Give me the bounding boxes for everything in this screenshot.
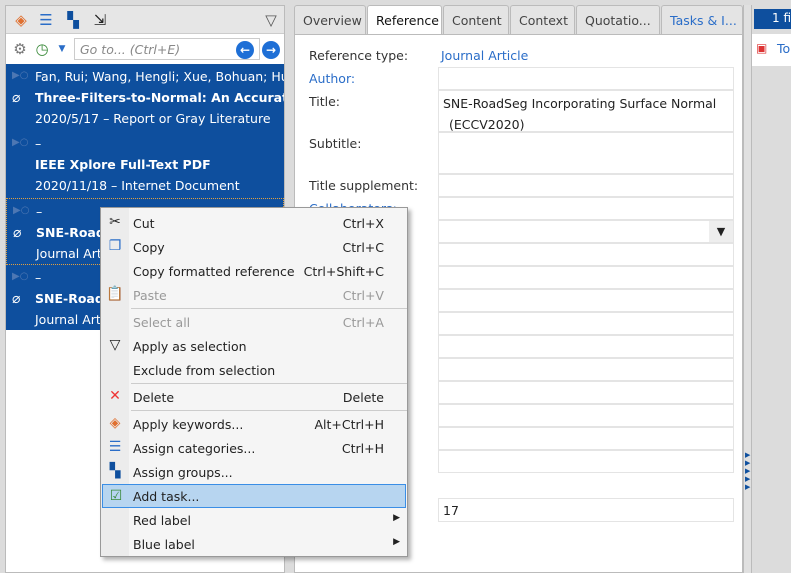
menu-item-apply-keywords[interactable]: ◈ Apply keywords... Alt+Ctrl+H — [102, 412, 406, 436]
menu-item-copy[interactable]: ❐ Copy Ctrl+C — [102, 235, 406, 259]
menu-item-select-all: Select all Ctrl+A — [133, 315, 384, 330]
expand-arrows-icon[interactable]: ▶ ▶ ▶ ▶ ▶ — [745, 451, 750, 491]
menu-item-copy-formatted[interactable]: Copy formatted reference Ctrl+Shift+C — [102, 259, 406, 283]
dropdown-field[interactable]: ▼ — [438, 220, 734, 243]
list-item[interactable]: ▶○ ⌀ Fan, Rui; Wang, Hengli; Xue, Bohuan… — [6, 64, 284, 131]
reference-type-label: Reference type: — [309, 48, 409, 63]
pdf-icon: ▣ — [756, 41, 768, 55]
menu-item-assign-categories[interactable]: ☰ Assign categories... Ctrl+H — [102, 436, 406, 460]
tab-tasks[interactable]: Tasks & I... — [661, 5, 743, 34]
field[interactable] — [438, 381, 734, 404]
menu-item-blue-label[interactable]: Blue label ▶ — [102, 532, 406, 556]
item-meta: 2020/11/18 – Internet Document — [35, 178, 240, 193]
flag-icon: ▶○ — [12, 137, 29, 148]
group-filter-icon[interactable]: ▚ — [64, 11, 82, 29]
author-link[interactable]: Author: — [309, 71, 355, 86]
attachment-icon: ⌀ — [12, 90, 21, 106]
item-authors: Fan, Rui; Wang, Hengli; Xue, Bohuan; Hua — [35, 69, 284, 84]
attachment-name: To — [777, 41, 791, 56]
flag-icon: ▶○ — [12, 271, 29, 282]
title-label: Title: — [309, 94, 340, 109]
tab-content[interactable]: Content — [443, 5, 509, 34]
attachment-item[interactable]: ▣ To — [752, 34, 791, 66]
menu-item-add-task[interactable]: ☑ Add task... — [102, 484, 406, 508]
subtitle-field[interactable] — [438, 132, 734, 174]
title-supplement-field[interactable] — [438, 174, 734, 197]
title-supplement-label: Title supplement: — [309, 178, 419, 193]
field[interactable] — [438, 289, 734, 312]
menu-item-assign-groups[interactable]: ▚ Assign groups... — [102, 460, 406, 484]
category-add-icon: ☰ — [108, 439, 122, 455]
chevron-down-icon[interactable]: ▼ — [709, 221, 733, 242]
submenu-arrow-icon: ▶ — [393, 537, 400, 547]
item-authors: – — [35, 270, 42, 285]
tab-quotations[interactable]: Quotatio... — [576, 5, 660, 34]
list-item[interactable]: ▶○ – IEEE Xplore Full-Text PDF 2020/11/1… — [6, 131, 284, 198]
attachments-panel: 1 fil ▣ To — [752, 5, 791, 573]
export-filter-icon[interactable]: ⇲ — [91, 11, 109, 29]
title-value: SNE-RoadSeg Incorporating Surface Normal — [443, 96, 717, 111]
title-value-2: (ECCV2020) — [449, 117, 525, 132]
tab-overview[interactable]: Overview — [294, 5, 366, 34]
back-icon[interactable]: ← — [236, 41, 254, 59]
scissors-icon: ✂ — [109, 214, 121, 230]
filter-icon: ▽ — [109, 337, 121, 353]
reference-type-link[interactable]: Journal Article — [441, 48, 528, 63]
tab-context[interactable]: Context — [510, 5, 575, 34]
forward-icon[interactable]: → — [262, 41, 280, 59]
collaborators-field[interactable] — [438, 197, 734, 220]
field[interactable] — [438, 427, 734, 450]
flag-icon: ▶○ — [13, 205, 30, 216]
title-field[interactable]: SNE-RoadSeg Incorporating Surface Normal… — [438, 90, 734, 132]
filter-icon[interactable]: ▽ — [262, 11, 280, 29]
menu-item-paste: 📋 Paste Ctrl+V — [106, 286, 384, 303]
attachment-icon: ⌀ — [12, 291, 21, 307]
menu-item-apply-selection[interactable]: ▽ Apply as selection — [102, 334, 406, 358]
keyword-add-icon: ◈ — [109, 415, 121, 431]
field[interactable] — [438, 404, 734, 427]
history-icon[interactable]: ◷ — [33, 40, 51, 58]
attachments-header: 1 fil — [754, 9, 791, 29]
task-add-icon: ☑ — [109, 488, 123, 504]
subtitle-label: Subtitle: — [309, 136, 362, 151]
attachment-icon: ⌀ — [13, 225, 22, 241]
gear-icon[interactable]: ⚙ — [11, 40, 29, 58]
tab-reference[interactable]: Reference — [367, 5, 442, 35]
menu-item-cut[interactable]: ✂ Cut Ctrl+X — [102, 211, 406, 235]
field[interactable] — [438, 312, 734, 335]
delete-icon: ✕ — [109, 388, 121, 404]
group-add-icon: ▚ — [109, 463, 121, 479]
collapse-bar[interactable]: ▶ ▶ ▶ ▶ ▶ — [743, 5, 752, 573]
number-field[interactable]: 17 — [438, 498, 734, 522]
item-authors: – — [36, 204, 43, 219]
menu-item-delete[interactable]: ✕ Delete Delete — [102, 385, 406, 409]
goto-input[interactable]: Go to... (Ctrl+E) — [74, 38, 260, 60]
author-field[interactable] — [438, 67, 734, 90]
paste-icon: 📋 — [106, 286, 124, 302]
item-meta: 2020/5/17 – Report or Gray Literature — [35, 111, 271, 126]
submenu-arrow-icon: ▶ — [393, 513, 400, 523]
flag-icon: ▶○ — [12, 70, 29, 81]
field[interactable] — [438, 243, 734, 266]
menu-item-exclude-selection[interactable]: Exclude from selection — [102, 358, 406, 382]
chevron-down-icon[interactable]: ▼ — [53, 40, 71, 58]
category-filter-icon[interactable]: ☰ — [37, 11, 55, 29]
menu-item-red-label[interactable]: Red label ▶ — [102, 508, 406, 532]
item-title: Three-Filters-to-Normal: An Accurate an — [35, 90, 284, 105]
field[interactable] — [438, 335, 734, 358]
keyword-filter-icon[interactable]: ◈ — [12, 11, 30, 29]
item-authors: – — [35, 136, 42, 151]
item-title: IEEE Xplore Full-Text PDF — [35, 157, 211, 172]
navigation-toolbar: ⚙ ◷ ▼ Go to... (Ctrl+E) ← → — [6, 35, 284, 63]
filter-toolbar: ◈ ☰ ▚ ⇲ ▽ — [6, 6, 284, 34]
field[interactable] — [438, 266, 734, 289]
context-menu: ✂ Cut Ctrl+X ❐ Copy Ctrl+C Copy formatted re… — [100, 207, 408, 557]
field[interactable] — [438, 358, 734, 381]
field[interactable] — [438, 450, 734, 473]
copy-icon: ❐ — [108, 238, 122, 254]
